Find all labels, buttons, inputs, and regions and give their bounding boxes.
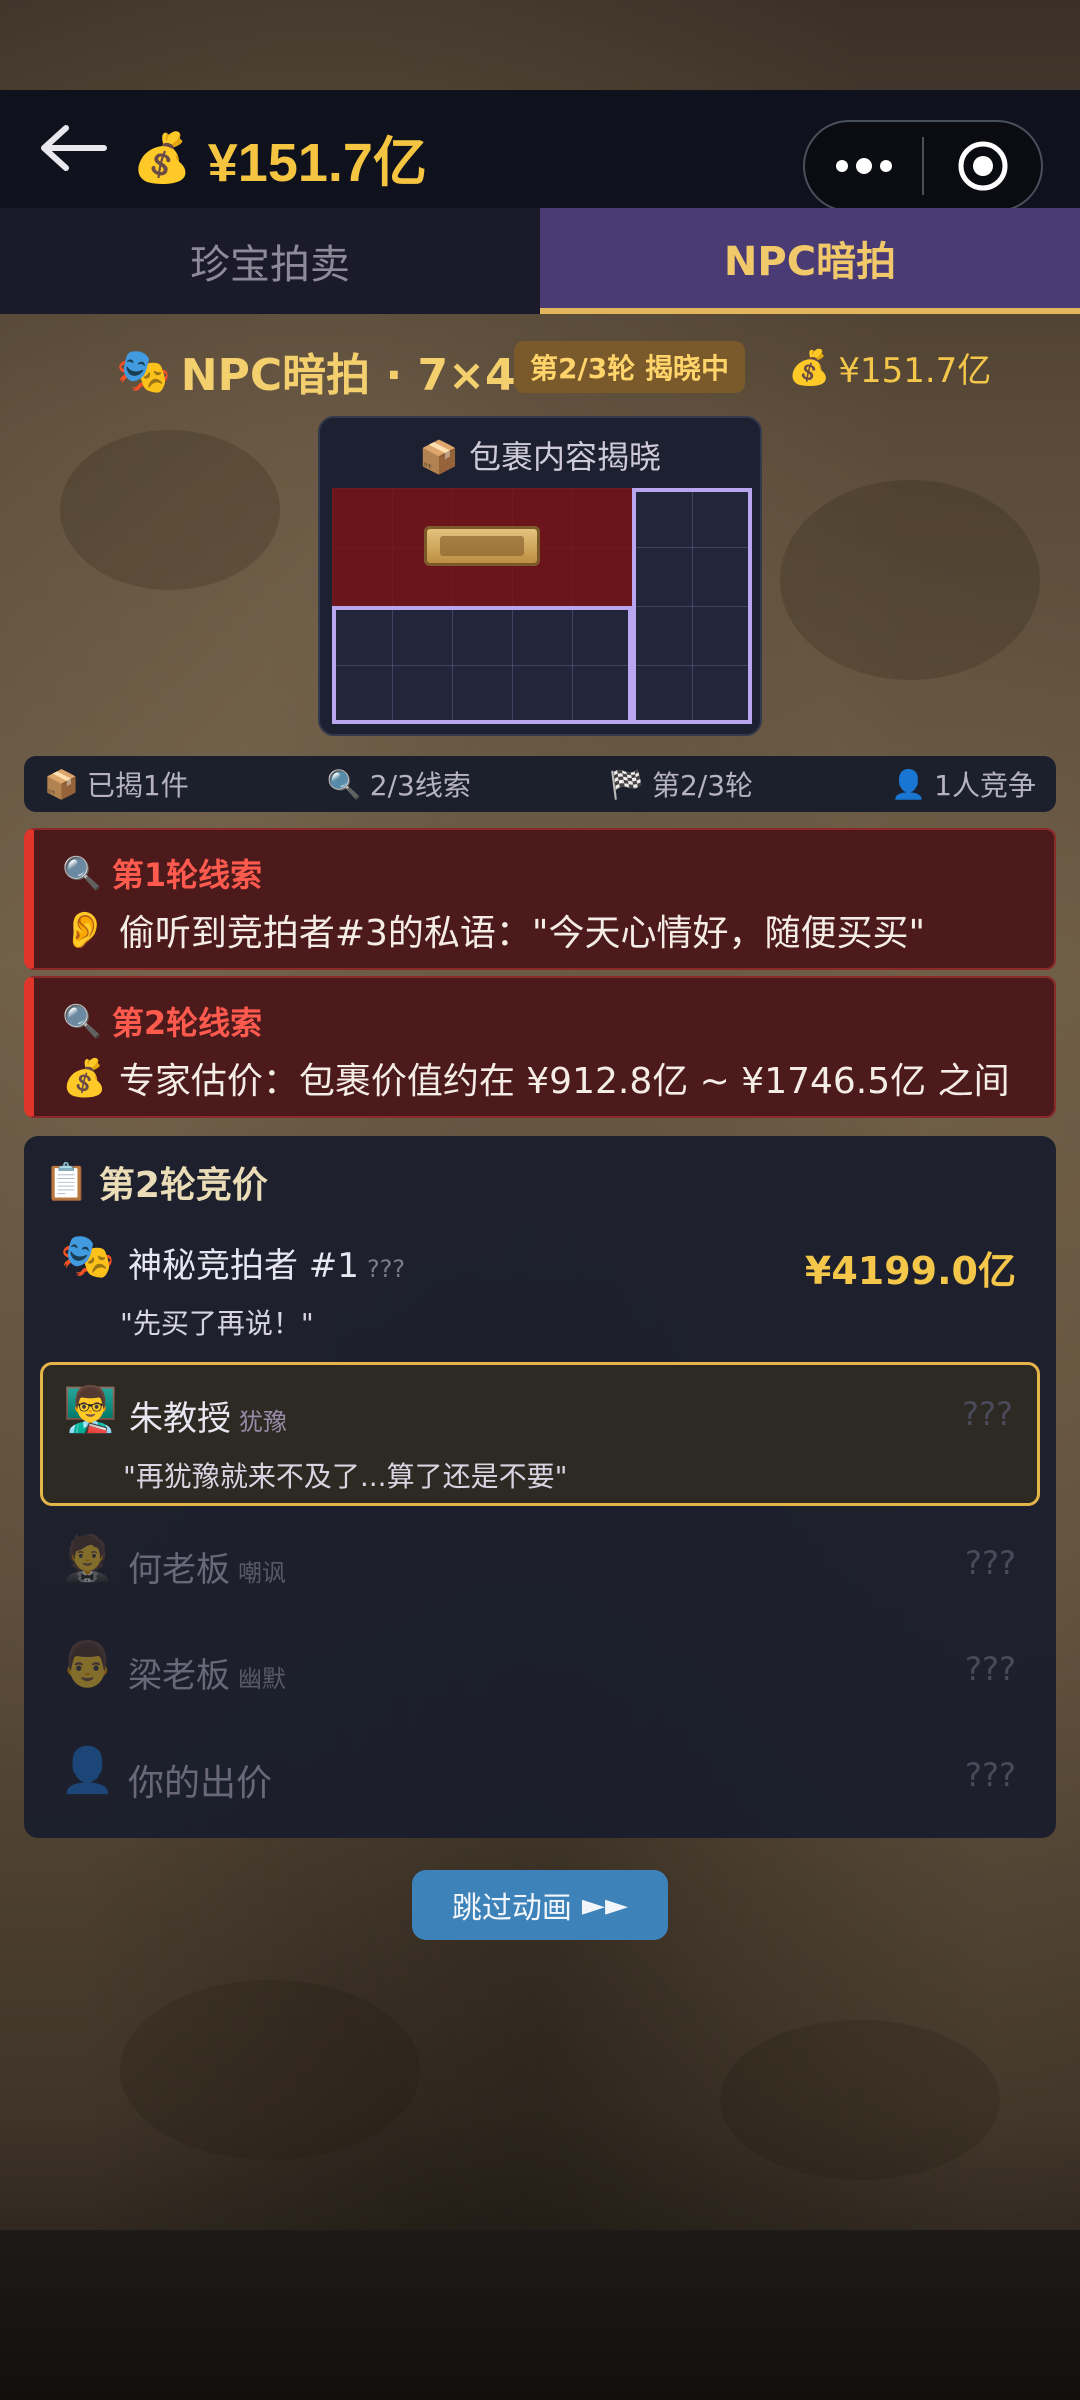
clue-title-text: 第2轮线索 <box>111 1004 263 1042</box>
professor-avatar-icon: 👨‍🏫 <box>63 1384 118 1435</box>
stats-bar: 📦 已揭1件 🔍 2/3线索 🏁 第2/3轮 👤 1人竞争 <box>24 756 1056 812</box>
magnifier-icon: 🔍 <box>62 854 102 892</box>
bidder-name: 朱教授 犹豫 <box>129 1391 287 1440</box>
fast-forward-icon: ►► <box>581 1887 629 1923</box>
stat-round: 🏁 第2/3轮 <box>609 764 753 804</box>
stain <box>120 1980 420 2160</box>
clue-text-content: 偷听到竞拍者#3的私语："今天心情好，随便买买" <box>118 913 926 954</box>
user-silhouette-icon: 👤 <box>891 767 927 801</box>
hidden-item-block <box>632 488 752 724</box>
bidder-tag: 嘲讽 <box>238 1559 286 1587</box>
bidder-name-text: 何老板 <box>128 1550 230 1590</box>
bid-price-hidden: ??? <box>965 1544 1016 1582</box>
stat-clues-text: 2/3线索 <box>369 769 471 802</box>
hidden-item-block <box>332 606 632 724</box>
your-bid-label: 你的出价 <box>128 1763 273 1804</box>
ear-icon: 👂 <box>62 910 107 951</box>
bidder-row-active: 👨‍🏫 朱教授 犹豫 ??? "再犹豫就来不及了...算了还是不要" <box>40 1362 1040 1506</box>
bidder-quote: "先买了再说！" <box>120 1307 314 1340</box>
bid-price-hidden: ??? <box>965 1756 1016 1794</box>
clue-title-text: 第1轮线索 <box>111 856 263 894</box>
bidder-name-text: 朱教授 <box>129 1399 231 1439</box>
footer-ground <box>0 2230 1080 2400</box>
bidding-title: 📋 第2轮竞价 <box>44 1156 268 1208</box>
balance-value: ¥151.7亿 <box>207 133 427 193</box>
record-target-icon[interactable] <box>924 122 1041 210</box>
checkered-flag-icon: 🏁 <box>609 767 644 801</box>
back-arrow-icon[interactable] <box>36 120 108 176</box>
package-grid <box>332 488 752 724</box>
package-reveal-panel: 📦 包裹内容揭晓 <box>318 416 762 736</box>
bidding-title-text: 第2轮竞价 <box>98 1165 268 1206</box>
skip-animation-button[interactable]: 跳过动画 ►► <box>412 1870 668 1940</box>
boss-avatar-icon: 🤵 <box>60 1533 115 1584</box>
clue-text: 👂 偷听到竞拍者#3的私语："今天心情好，随便买买" <box>62 904 925 956</box>
bid-price: ¥4199.0亿 <box>804 1249 1016 1293</box>
your-bid-row: 👤 你的出价 ??? <box>24 1740 1056 1820</box>
header-balance-value: ¥151.7亿 <box>838 351 992 391</box>
stat-round-text: 第2/3轮 <box>651 769 754 802</box>
skip-animation-label: 跳过动画 <box>451 1891 572 1926</box>
bid-price-hidden: ??? <box>962 1395 1013 1433</box>
scroll-painting-item <box>424 526 540 566</box>
stat-competitors-text: 1人竞争 <box>934 769 1036 802</box>
package-reveal-title-text: 包裹内容揭晓 <box>469 438 662 476</box>
stat-revealed-text: 已揭1件 <box>86 769 189 802</box>
bidder-name-text: 神秘竞拍者 #1 <box>128 1246 359 1286</box>
magnifier-icon: 🔍 <box>326 767 362 801</box>
bidder-row: 🎭 神秘竞拍者 #1??? ¥4199.0亿 "先买了再说！" <box>24 1232 1056 1362</box>
clue-title: 🔍 第1轮线索 <box>62 850 262 896</box>
balance-display: 💰 ¥151.7亿 <box>132 118 427 197</box>
clue-title: 🔍 第2轮线索 <box>62 998 262 1044</box>
bidder-tag: 幽默 <box>238 1665 286 1693</box>
stat-competitors: 👤 1人竞争 <box>891 764 1036 804</box>
clue-card: 🔍 第2轮线索 💰 专家估价：包裹价值约在 ¥912.8亿 ~ ¥1746.5亿… <box>24 976 1056 1118</box>
auction-header: 🎭 NPC暗拍 · 7×4 第2/3轮 揭晓中 💰 ¥151.7亿 <box>0 335 1080 405</box>
bidder-name: 神秘竞拍者 #1??? <box>128 1238 405 1287</box>
round-status-badge: 第2/3轮 揭晓中 <box>514 341 745 393</box>
auction-title: 🎭 NPC暗拍 · 7×4 <box>116 339 516 403</box>
magnifier-icon: 🔍 <box>62 1002 102 1040</box>
top-bar: 💰 ¥151.7亿 <box>0 90 1080 212</box>
bidder-quote: "再犹豫就来不及了...算了还是不要" <box>123 1460 568 1493</box>
more-dots-icon[interactable] <box>805 122 922 210</box>
package-icon: 📦 <box>44 767 79 801</box>
bidder-tag: 犹豫 <box>239 1408 287 1436</box>
stain <box>720 2020 1000 2180</box>
bidder-name: 梁老板 幽默 <box>128 1648 286 1697</box>
money-bag-icon: 💰 <box>62 1058 107 1099</box>
clipboard-icon: 📋 <box>44 1162 89 1203</box>
boss-avatar-icon: 👨 <box>60 1639 115 1690</box>
user-silhouette-icon: 👤 <box>60 1745 115 1796</box>
clue-text: 💰 专家估价：包裹价值约在 ¥912.8亿 ~ ¥1746.5亿 之间 <box>62 1052 1010 1104</box>
theater-masks-icon: 🎭 <box>116 346 171 397</box>
package-reveal-title: 📦 包裹内容揭晓 <box>320 432 760 478</box>
bid-price-hidden: ??? <box>965 1650 1016 1688</box>
bidder-name-text: 梁老板 <box>128 1656 230 1696</box>
stain <box>780 480 1040 680</box>
money-bag-icon: 💰 <box>132 129 192 186</box>
mini-program-capsule <box>803 120 1043 212</box>
bidder-name: 何老板 嘲讽 <box>128 1542 286 1591</box>
stain <box>60 430 280 590</box>
bidder-row: 🤵 何老板 嘲讽 ??? <box>24 1528 1056 1608</box>
bidder-tag: ??? <box>366 1255 406 1283</box>
stat-revealed: 📦 已揭1件 <box>44 764 189 804</box>
money-bag-icon: 💰 <box>788 347 831 388</box>
tab-bar: 珍宝拍卖 NPC暗拍 <box>0 208 1080 314</box>
clue-card: 🔍 第1轮线索 👂 偷听到竞拍者#3的私语："今天心情好，随便买买" <box>24 828 1056 970</box>
package-icon: 📦 <box>418 438 459 476</box>
clue-text-content: 专家估价：包裹价值约在 ¥912.8亿 ~ ¥1746.5亿 之间 <box>118 1061 1010 1102</box>
stat-clues: 🔍 2/3线索 <box>327 764 471 804</box>
auction-title-text: NPC暗拍 · 7×4 <box>180 350 516 401</box>
tab-npc-blind-auction[interactable]: NPC暗拍 <box>540 208 1080 314</box>
bidder-row: 👨 梁老板 幽默 ??? <box>24 1634 1056 1714</box>
header-balance: 💰 ¥151.7亿 <box>788 343 991 392</box>
theater-masks-icon: 🎭 <box>60 1231 115 1282</box>
tab-treasure-auction[interactable]: 珍宝拍卖 <box>0 208 540 314</box>
bidding-panel: 📋 第2轮竞价 🎭 神秘竞拍者 #1??? ¥4199.0亿 "先买了再说！" … <box>24 1136 1056 1838</box>
